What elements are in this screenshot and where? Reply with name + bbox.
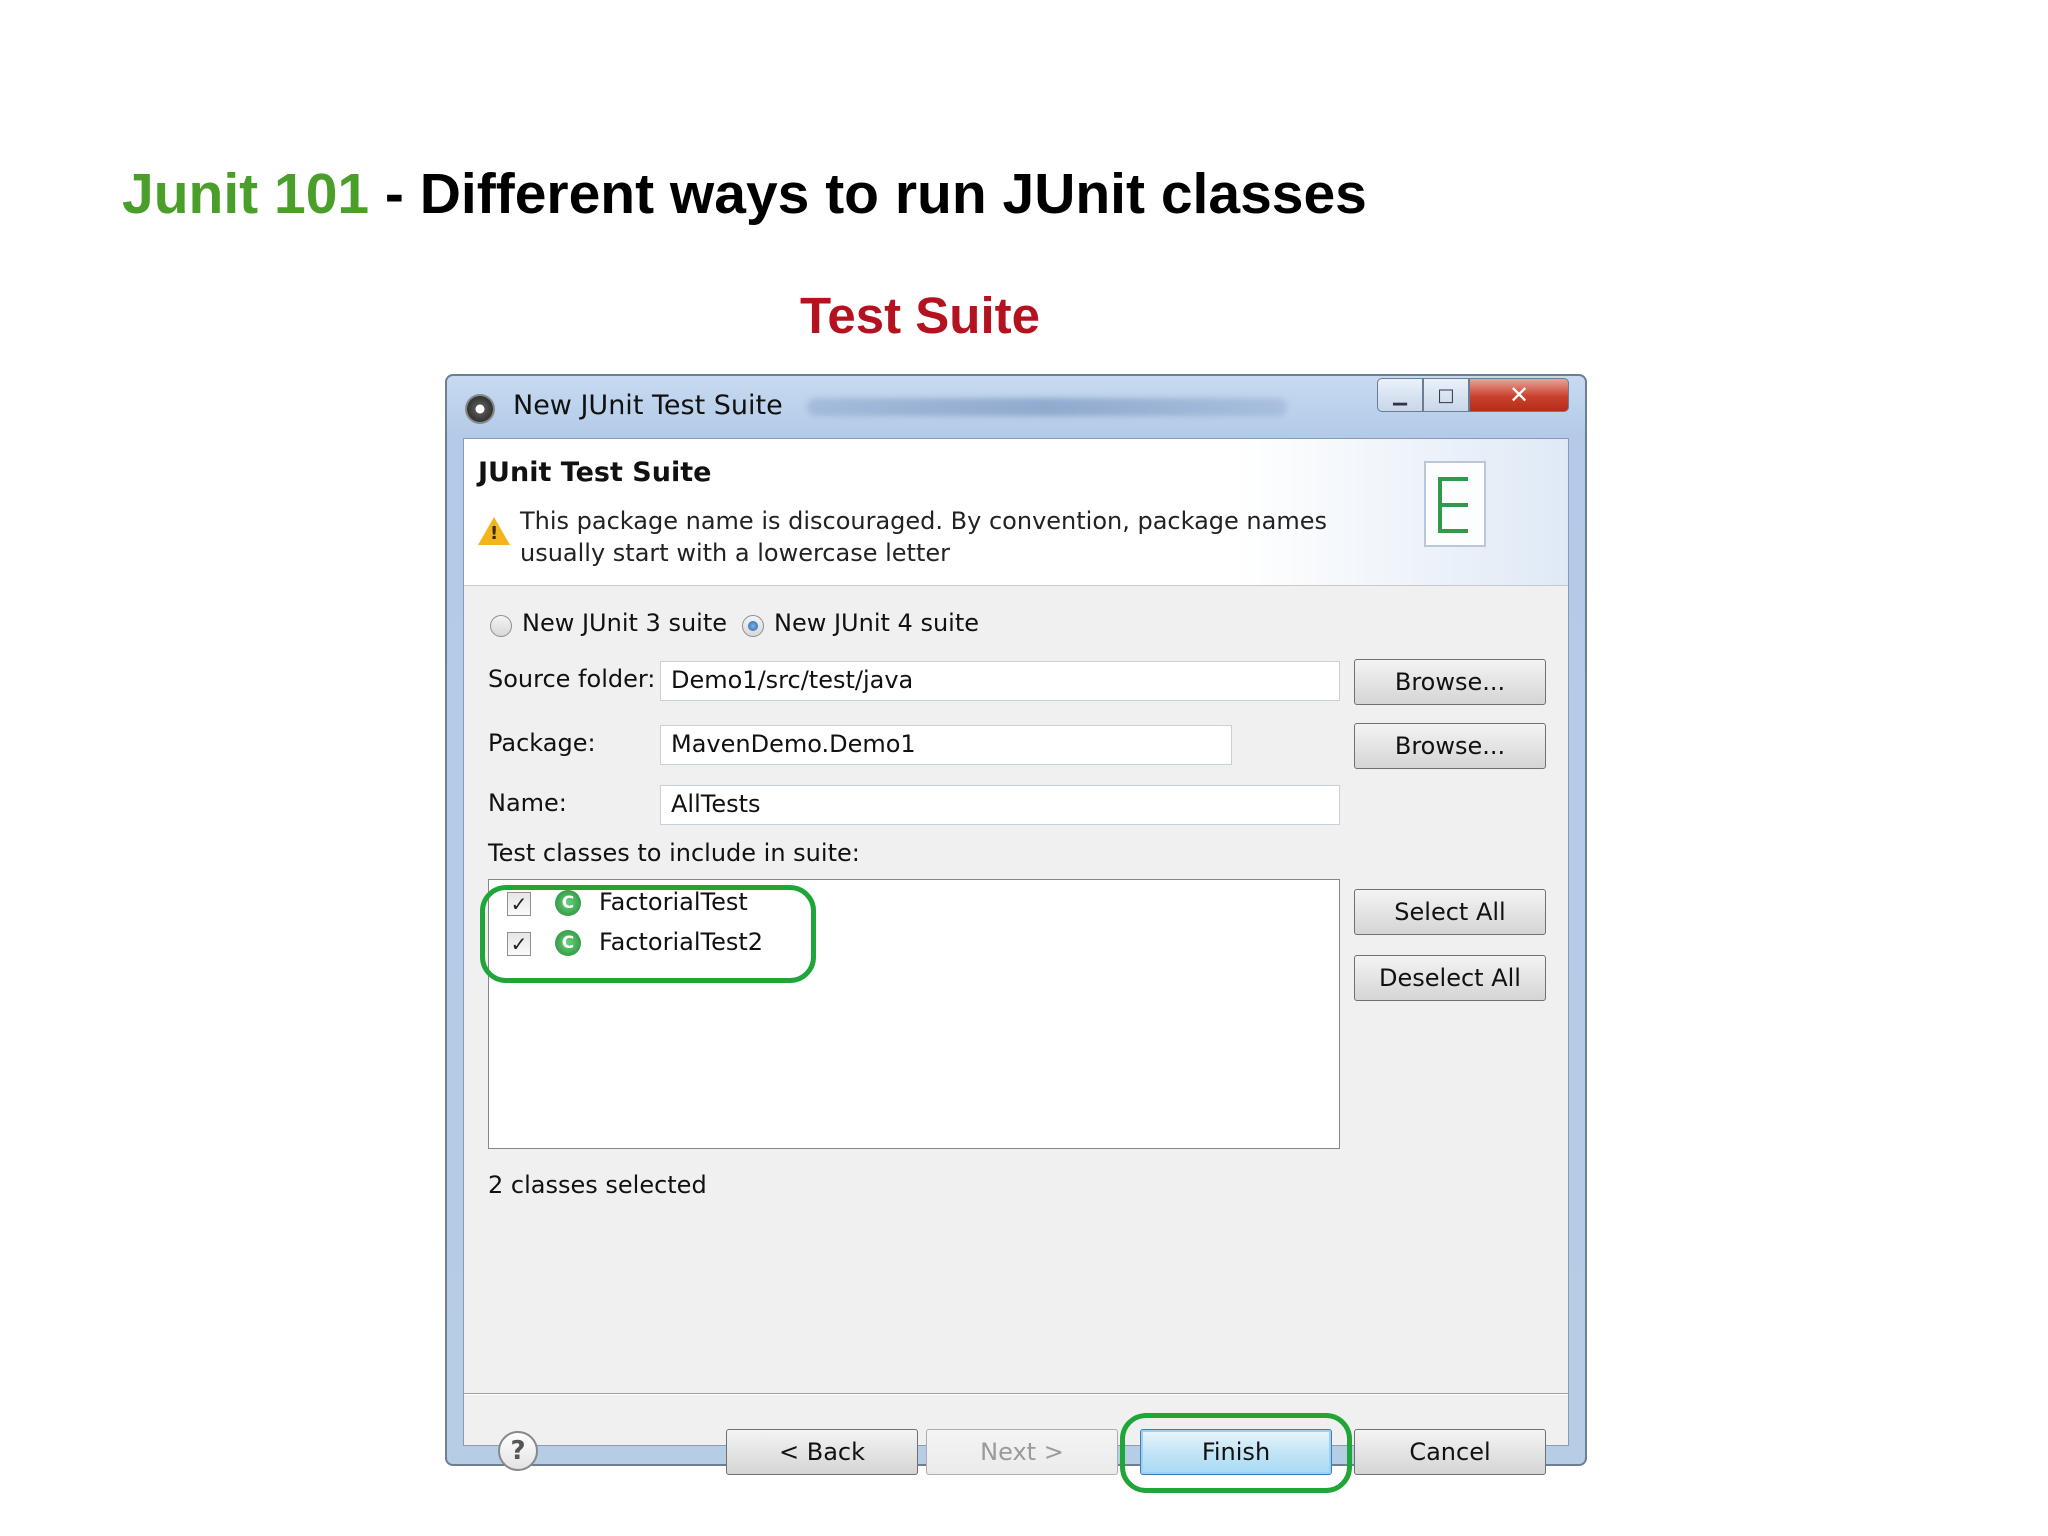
wizard-page-title: JUnit Test Suite bbox=[478, 457, 712, 488]
name-label: Name: bbox=[488, 789, 567, 817]
window-title: New JUnit Test Suite bbox=[513, 390, 783, 421]
junit3-radio-label[interactable]: New JUnit 3 suite bbox=[522, 609, 727, 637]
classes-highlight-annotation bbox=[480, 885, 816, 983]
slide-title-accent: Junit 101 bbox=[122, 162, 370, 226]
slide-title-rest: - Different ways to run JUnit classes bbox=[369, 162, 1367, 226]
cancel-button[interactable]: Cancel bbox=[1354, 1429, 1546, 1475]
test-suite-wizard-icon bbox=[1424, 461, 1486, 547]
deselect-all-button[interactable]: Deselect All bbox=[1354, 955, 1546, 1001]
junit4-radio-label[interactable]: New JUnit 4 suite bbox=[774, 609, 979, 637]
name-field[interactable]: AllTests bbox=[660, 785, 1340, 825]
footer-separator bbox=[464, 1393, 1568, 1395]
source-folder-browse-button[interactable]: Browse... bbox=[1354, 659, 1546, 705]
wizard-message: This package name is discouraged. By con… bbox=[520, 507, 1327, 567]
slide-title: Junit 101 - Different ways to run JUnit … bbox=[122, 158, 1367, 230]
maximize-button[interactable]: □ bbox=[1423, 378, 1469, 412]
select-all-button[interactable]: Select All bbox=[1354, 889, 1546, 935]
blurred-title-region bbox=[807, 398, 1287, 416]
package-field[interactable]: MavenDemo.Demo1 bbox=[660, 725, 1232, 765]
back-button[interactable]: < Back bbox=[726, 1429, 918, 1475]
package-label: Package: bbox=[488, 729, 596, 757]
window-titlebar[interactable]: New JUnit Test Suite ▁ □ ✕ bbox=[447, 376, 1585, 438]
minimize-button[interactable]: ▁ bbox=[1377, 378, 1423, 412]
eclipse-app-icon bbox=[465, 394, 495, 424]
source-folder-field[interactable]: Demo1/src/test/java bbox=[660, 661, 1340, 701]
help-icon[interactable]: ? bbox=[498, 1431, 538, 1471]
close-button[interactable]: ✕ bbox=[1469, 378, 1569, 412]
window-controls: ▁ □ ✕ bbox=[1377, 378, 1569, 414]
junit3-radio[interactable] bbox=[490, 615, 512, 637]
finish-highlight-annotation bbox=[1120, 1413, 1352, 1493]
wizard-banner: JUnit Test Suite ! This package name is … bbox=[464, 439, 1568, 586]
warning-icon-mark: ! bbox=[490, 523, 499, 544]
dialog-window: New JUnit Test Suite ▁ □ ✕ JUnit Test Su… bbox=[445, 374, 1587, 1493]
slide-subtitle: Test Suite bbox=[800, 287, 1040, 344]
dialog-client-area: JUnit Test Suite ! This package name is … bbox=[463, 438, 1569, 1493]
source-folder-label: Source folder: bbox=[488, 665, 656, 693]
junit4-radio[interactable] bbox=[742, 615, 764, 637]
classes-label: Test classes to include in suite: bbox=[488, 839, 860, 867]
package-browse-button[interactable]: Browse... bbox=[1354, 723, 1546, 769]
next-button[interactable]: Next > bbox=[926, 1429, 1118, 1475]
selection-status: 2 classes selected bbox=[488, 1171, 707, 1199]
